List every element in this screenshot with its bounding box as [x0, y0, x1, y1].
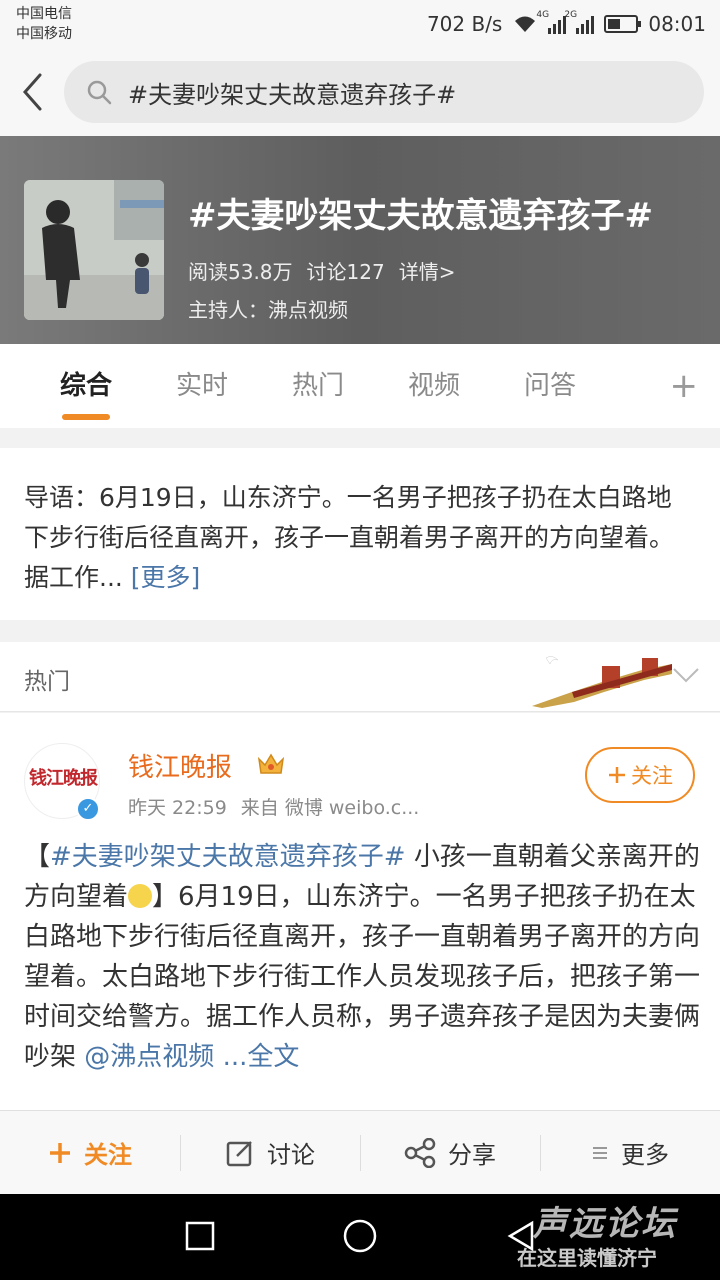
crown-icon: [257, 753, 285, 774]
verified-badge-icon: ✓: [76, 797, 100, 821]
follow-author-label: 关注: [631, 764, 673, 788]
weibo-post: 钱江晚报 ✓ 钱江晚报 昨天 22:59 来自 微博 weibo.c... 关注…: [0, 713, 720, 1110]
signal-1-tag: 4G: [536, 10, 550, 20]
post-body: 【#夫妻吵架丈夫故意遗弃孩子# 小孩一直朝着父亲离开的方向望着 】6月19日，山东…: [24, 837, 700, 1077]
menu-icon: [593, 1146, 607, 1159]
signal-icon-2: 2G: [564, 10, 595, 34]
search-query: #夫妻吵架丈夫故意遗弃孩子#: [128, 80, 457, 109]
carrier-1: 中国电信: [16, 6, 72, 22]
topic-host: 主持人：沸点视频: [188, 298, 348, 322]
tab-qa[interactable]: 问答: [492, 344, 608, 428]
follow-topic-button[interactable]: 关注: [0, 1111, 180, 1195]
post-time: 昨天 22:59: [128, 797, 227, 819]
discuss-label: 讨论: [267, 1141, 315, 1169]
tab-hot[interactable]: 热门: [260, 344, 376, 428]
thumbnail-image: [24, 180, 164, 320]
post-meta: 昨天 22:59 来自 微博 weibo.c...: [128, 793, 419, 820]
tab-comprehensive[interactable]: 综合: [28, 344, 144, 428]
avatar-logo: 钱江晚报: [29, 768, 98, 789]
add-tab-button[interactable]: +: [670, 366, 699, 406]
topic-link[interactable]: #夫妻吵架丈夫故意遗弃孩子#: [50, 842, 406, 872]
emoji-icon: [128, 883, 153, 908]
status-bar: 中国电信 中国移动 702 B/s 4G 2G 08:01: [0, 0, 720, 48]
more-label: 更多: [621, 1141, 669, 1169]
full-text-link[interactable]: ...全文: [223, 1042, 300, 1072]
hot-section-label: 热门: [24, 669, 70, 695]
topic-title: #夫妻吵架丈夫故意遗弃孩子#: [188, 196, 653, 236]
carrier-info: 中国电信 中国移动: [16, 4, 72, 44]
recent-apps-icon[interactable]: [184, 1220, 216, 1252]
share-icon: [404, 1137, 436, 1168]
weibo-topic-page: 中国电信 中国移动 702 B/s 4G 2G 08:01 #夫妻吵架丈夫故意遗…: [0, 0, 720, 1280]
mention-link[interactable]: @沸点视频: [84, 1042, 214, 1072]
net-speed: 702 B/s: [426, 12, 503, 36]
discuss-button[interactable]: 讨论: [180, 1111, 360, 1195]
follow-author-button[interactable]: 关注: [585, 747, 695, 803]
tab-video[interactable]: 视频: [376, 344, 492, 428]
discussion-count: 讨论127: [306, 260, 385, 284]
plus-icon: [609, 767, 625, 783]
intro-text: 导语：6月19日，山东济宁。一名男子把孩子扔在太白路地下步行街后径直离开，孩子一…: [24, 483, 675, 592]
hot-section-header: 热门: [0, 642, 720, 712]
topic-stats: 阅读53.8万 讨论127 详情>: [188, 256, 455, 285]
great-wall-decoration: [532, 656, 672, 708]
post-source: 来自 微博 weibo.c...: [240, 797, 420, 819]
details-link[interactable]: 详情>: [399, 256, 456, 285]
bracket-open: 【: [24, 842, 51, 872]
topic-thumbnail[interactable]: [24, 180, 164, 320]
watermark-top: 声远论坛: [533, 1204, 677, 1244]
tab-realtime[interactable]: 实时: [144, 344, 260, 428]
forum-watermark: 声远论坛 在这里读懂济宁: [505, 1194, 720, 1280]
tab-bar: 综合 实时 热门 视频 问答 +: [0, 344, 720, 428]
search-header: #夫妻吵架丈夫故意遗弃孩子#: [0, 48, 720, 136]
home-icon[interactable]: [342, 1218, 378, 1254]
carrier-2: 中国移动: [16, 26, 72, 42]
search-input[interactable]: #夫妻吵架丈夫故意遗弃孩子#: [64, 61, 704, 123]
follow-topic-label: 关注: [84, 1141, 132, 1169]
search-icon: [87, 80, 112, 105]
intro-more-link[interactable]: [更多]: [131, 563, 201, 592]
chevron-left-icon: [22, 73, 42, 111]
share-button[interactable]: 分享: [360, 1111, 540, 1195]
read-count: 阅读53.8万: [188, 260, 293, 284]
wifi-icon: [515, 16, 536, 32]
watermark-bottom: 在这里读懂济宁: [517, 1246, 657, 1270]
battery-icon: [604, 15, 642, 33]
status-indicators: 702 B/s 4G 2G 08:01: [426, 10, 706, 36]
bottom-toolbar: 关注 讨论 分享 更多: [0, 1110, 720, 1194]
share-label: 分享: [448, 1141, 496, 1169]
clock: 08:01: [648, 12, 706, 36]
more-button[interactable]: 更多: [540, 1111, 720, 1195]
signal-2-tag: 2G: [564, 10, 578, 20]
chevron-down-icon[interactable]: [672, 666, 700, 684]
battery-fill: [608, 19, 621, 29]
topic-intro: 导语：6月19日，山东济宁。一名男子把孩子扔在太白路地下步行街后径直离开，孩子一…: [0, 448, 720, 620]
author-name[interactable]: 钱江晚报: [128, 747, 232, 784]
plus-icon: [50, 1142, 70, 1163]
edit-icon: [226, 1140, 252, 1166]
topic-banner: #夫妻吵架丈夫故意遗弃孩子# 阅读53.8万 讨论127 详情> 主持人：沸点视…: [0, 136, 720, 344]
back-button[interactable]: [0, 48, 64, 136]
